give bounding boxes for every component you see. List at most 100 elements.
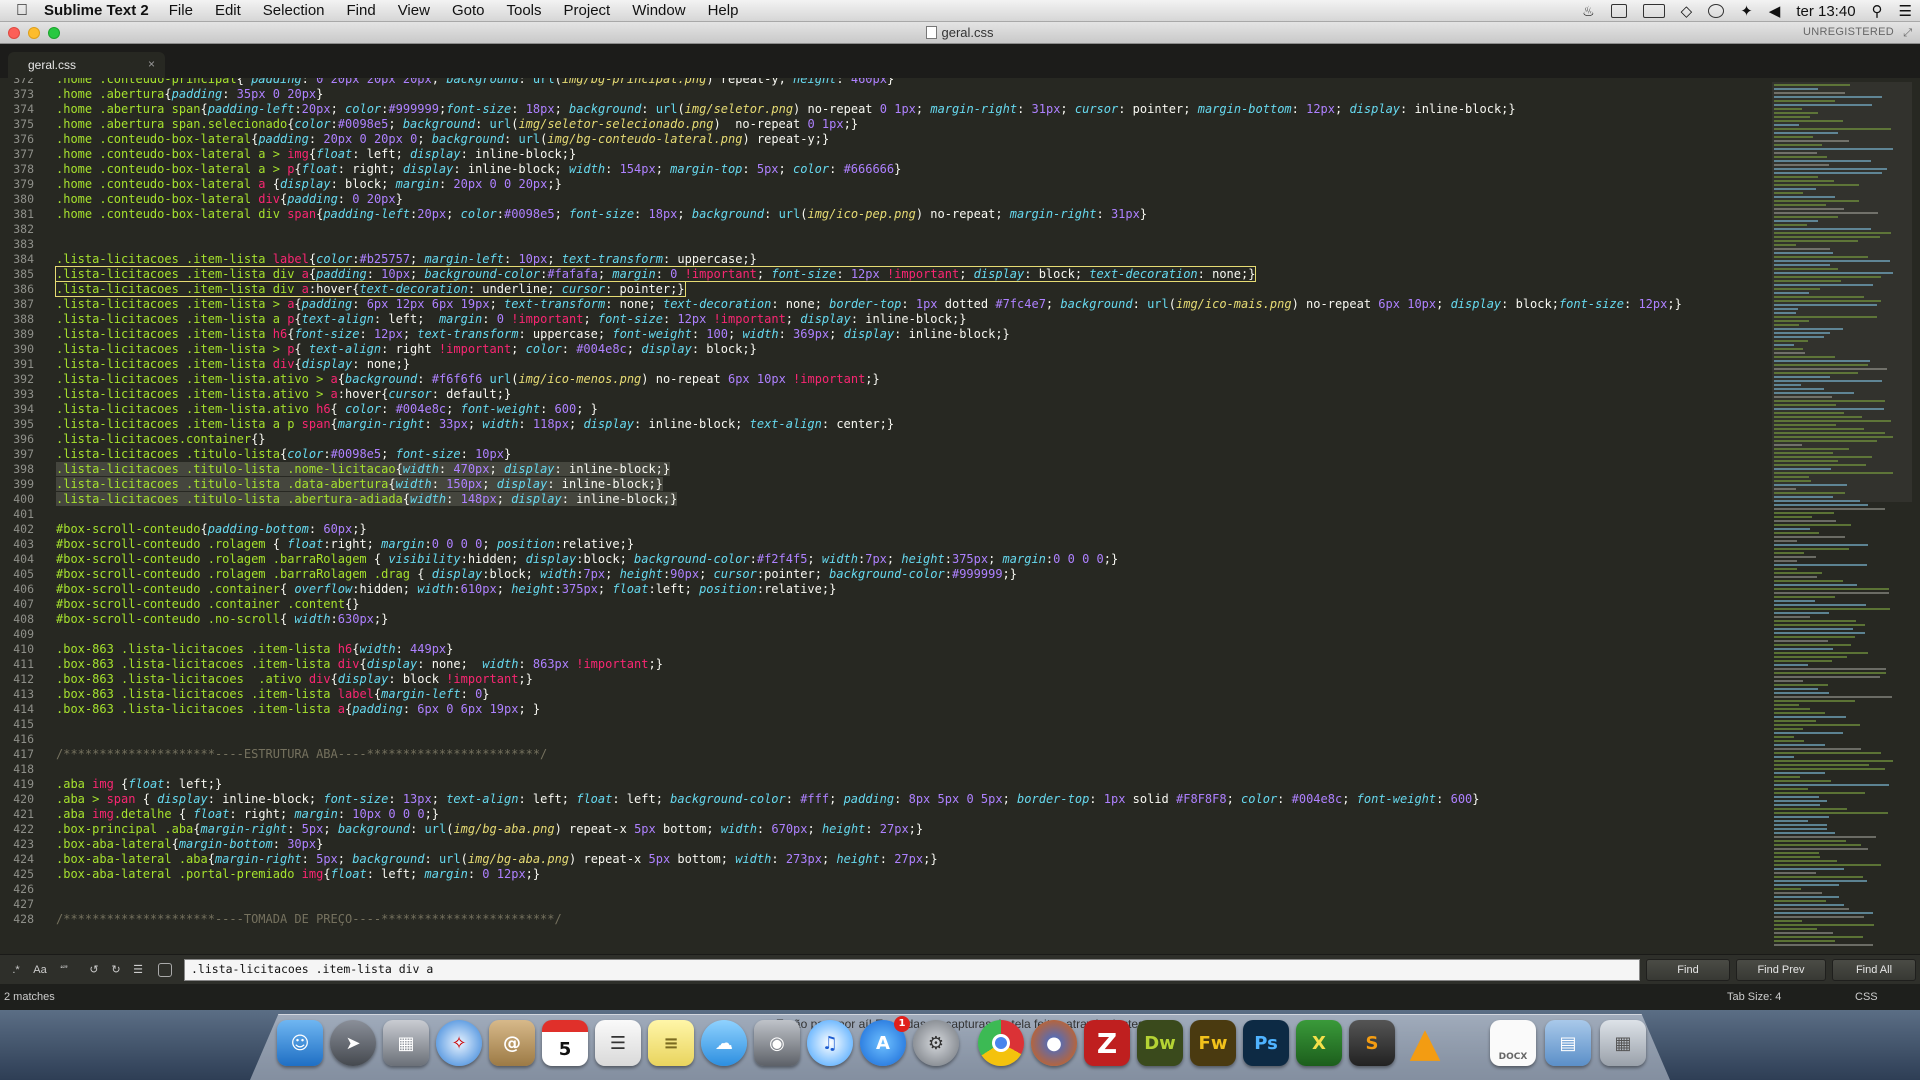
sublime-text-icon[interactable]: S <box>1349 1020 1395 1066</box>
syntax-selector[interactable]: CSS <box>1855 991 1878 1003</box>
code-line[interactable]: #box-scroll-conteudo{padding-bottom: 60p… <box>56 522 1756 537</box>
code-line[interactable]: .box-863 .lista-licitacoes .item-lista h… <box>56 642 1756 657</box>
time-machine-icon[interactable] <box>1708 4 1725 18</box>
find-input[interactable]: .lista-licitacoes .item-lista div a <box>184 959 1640 981</box>
docx-file-icon[interactable]: DOCX <box>1490 1020 1536 1066</box>
code-line[interactable]: #box-scroll-conteudo .container{ overflo… <box>56 582 1756 597</box>
code-line[interactable]: /*********************----ESTRUTURA ABA-… <box>56 747 1756 762</box>
code-line[interactable]: #box-scroll-conteudo .container .content… <box>56 597 1756 612</box>
chrome-icon[interactable] <box>978 1020 1024 1066</box>
finder-icon[interactable]: ☺ <box>277 1020 323 1066</box>
calendar-icon[interactable]: 5 <box>542 1020 588 1066</box>
menu-edit[interactable]: Edit <box>215 2 241 19</box>
messages-icon[interactable]: ☁ <box>701 1020 747 1066</box>
code-line[interactable]: .lista-licitacoes .item-lista label{colo… <box>56 252 1756 267</box>
find-button[interactable]: Find <box>1646 959 1730 981</box>
spotlight-icon[interactable]: ⚲ <box>1872 2 1883 20</box>
code-line[interactable]: .lista-licitacoes .titulo-lista .abertur… <box>56 492 1756 507</box>
code-view[interactable]: .home .conteudo-principal{ padding: 0 20… <box>54 78 1756 927</box>
find-all-button[interactable]: Find All <box>1832 959 1916 981</box>
menu-find[interactable]: Find <box>347 2 376 19</box>
code-line[interactable]: .lista-licitacoes .item-lista div a{padd… <box>54 266 1756 282</box>
code-line[interactable]: .lista-licitacoes .titulo-lista .nome-li… <box>56 462 1756 477</box>
code-line[interactable]: #box-scroll-conteudo .rolagem .barraRola… <box>56 567 1756 582</box>
code-line[interactable]: .box-863 .lista-licitacoes .item-lista l… <box>56 687 1756 702</box>
facetime-icon[interactable]: ◉ <box>754 1020 800 1066</box>
wifi-icon[interactable]: ◇ <box>1681 2 1693 20</box>
app-store-icon[interactable]: A1 <box>860 1016 910 1066</box>
code-line[interactable] <box>56 717 1756 732</box>
code-line[interactable]: .home .conteudo-box-lateral a {display: … <box>56 177 1756 192</box>
menu-view[interactable]: View <box>398 2 430 19</box>
code-line[interactable]: .lista-licitacoes .item-lista a p span{m… <box>56 417 1756 432</box>
firefox-icon[interactable]: ● <box>1031 1020 1077 1066</box>
vlc-icon[interactable]: ▲ <box>1402 1020 1448 1066</box>
airplay-icon[interactable] <box>1610 4 1627 18</box>
volume-icon[interactable]: ◀ <box>1769 2 1781 20</box>
code-line[interactable]: .lista-licitacoes .item-lista h6{font-si… <box>56 327 1756 342</box>
menu-window[interactable]: Window <box>632 2 685 19</box>
launchpad-icon[interactable]: ➤ <box>330 1020 376 1066</box>
bluetooth-icon[interactable]: ✦ <box>1740 2 1753 20</box>
trash-icon[interactable]: ▦ <box>1600 1020 1646 1066</box>
code-line[interactable]: .lista-licitacoes .item-lista > a{paddin… <box>56 297 1756 312</box>
code-line[interactable] <box>56 507 1756 522</box>
dreamweaver-icon[interactable]: Dw <box>1137 1020 1183 1066</box>
folder-icon[interactable]: ▤ <box>1545 1020 1591 1066</box>
minimap[interactable] <box>1770 78 1920 954</box>
filezilla-icon[interactable]: Z <box>1084 1020 1130 1066</box>
code-line[interactable]: .box-aba-lateral .aba{margin-right: 5px;… <box>56 852 1756 867</box>
tab-geral-css[interactable]: geral.css × <box>8 52 165 78</box>
code-line[interactable]: /*********************----TOMADA DE PREÇ… <box>56 912 1756 927</box>
code-line[interactable]: .box-863 .lista-licitacoes .item-lista a… <box>56 702 1756 717</box>
find-prev-button[interactable]: Find Prev <box>1736 959 1826 981</box>
contacts-icon[interactable]: @ <box>489 1020 535 1066</box>
code-line[interactable]: .box-aba-lateral{margin-bottom: 30px} <box>56 837 1756 852</box>
excel-icon[interactable]: X <box>1296 1020 1342 1066</box>
code-line[interactable]: .box-aba-lateral .portal-premiado img{fl… <box>56 867 1756 882</box>
fullscreen-icon[interactable]: ⤢ <box>1903 27 1912 40</box>
code-line[interactable] <box>56 627 1756 642</box>
menu-goto[interactable]: Goto <box>452 2 485 19</box>
mission-control-icon[interactable]: ▦ <box>383 1020 429 1066</box>
code-line[interactable]: .lista-licitacoes .item-lista > p{ text-… <box>56 342 1756 357</box>
in-selection-toggle-icon[interactable]: ↻ <box>106 960 126 980</box>
code-line[interactable]: .home .conteudo-box-lateral a > p{float:… <box>56 162 1756 177</box>
code-line[interactable]: .box-863 .lista-licitacoes .ativo div{di… <box>56 672 1756 687</box>
notification-center-icon[interactable]: ☰ <box>1899 2 1912 20</box>
code-line[interactable]: #box-scroll-conteudo .no-scroll{ width:6… <box>56 612 1756 627</box>
code-line[interactable]: .box-principal .aba{margin-right: 5px; b… <box>56 822 1756 837</box>
preserve-case-toggle-icon[interactable] <box>158 963 172 977</box>
code-line[interactable] <box>56 237 1756 252</box>
menu-project[interactable]: Project <box>564 2 611 19</box>
code-line[interactable]: #box-scroll-conteudo .rolagem .barraRola… <box>56 552 1756 567</box>
code-line[interactable]: .home .conteudo-box-lateral div span{pad… <box>56 207 1756 222</box>
highlight-matches-toggle-icon[interactable]: ☰ <box>128 960 148 980</box>
code-line[interactable]: .aba > span { display: inline-block; fon… <box>56 792 1756 807</box>
code-line[interactable]: .lista-licitacoes .titulo-lista .data-ab… <box>56 477 1756 492</box>
code-line[interactable]: .lista-licitacoes .item-lista a p{text-a… <box>56 312 1756 327</box>
code-line[interactable]: .lista-licitacoes .item-lista div{displa… <box>56 357 1756 372</box>
tab-size-selector[interactable]: Tab Size: 4 <box>1727 991 1781 1003</box>
reminders-icon[interactable]: ☰ <box>595 1020 641 1066</box>
menu-selection[interactable]: Selection <box>263 2 325 19</box>
case-sensitive-toggle[interactable]: Aa <box>30 960 50 980</box>
safari-icon[interactable]: ✧ <box>436 1020 482 1066</box>
editor-area[interactable]: 372 373 374 375 376 377 378 379 380 381 382 383 384 3… <box>0 78 1920 954</box>
whole-word-toggle[interactable]: “” <box>54 960 74 980</box>
code-line[interactable]: .lista-licitacoes.container{} <box>56 432 1756 447</box>
itunes-icon[interactable]: ♫ <box>807 1020 853 1066</box>
app-name-menu[interactable]: Sublime Text 2 <box>44 2 149 19</box>
fireworks-icon[interactable]: Fw <box>1190 1020 1236 1066</box>
code-line[interactable]: .home .conteudo-principal{ padding: 0 20… <box>56 78 1756 87</box>
system-preferences-icon[interactable]: ⚙ <box>913 1020 959 1066</box>
code-line[interactable]: .home .abertura{padding: 35px 0 20px} <box>56 87 1756 102</box>
code-line[interactable] <box>56 222 1756 237</box>
code-line[interactable]: #box-scroll-conteudo .rolagem { float:ri… <box>56 537 1756 552</box>
code-line[interactable]: .home .abertura span{padding-left:20px; … <box>56 102 1756 117</box>
code-line[interactable] <box>56 762 1756 777</box>
code-line[interactable]: .aba img {float: left;} <box>56 777 1756 792</box>
clock[interactable]: ter 13:40 <box>1796 3 1855 20</box>
code-line[interactable]: .home .abertura span.selecionado{color:#… <box>56 117 1756 132</box>
menu-tools[interactable]: Tools <box>506 2 541 19</box>
